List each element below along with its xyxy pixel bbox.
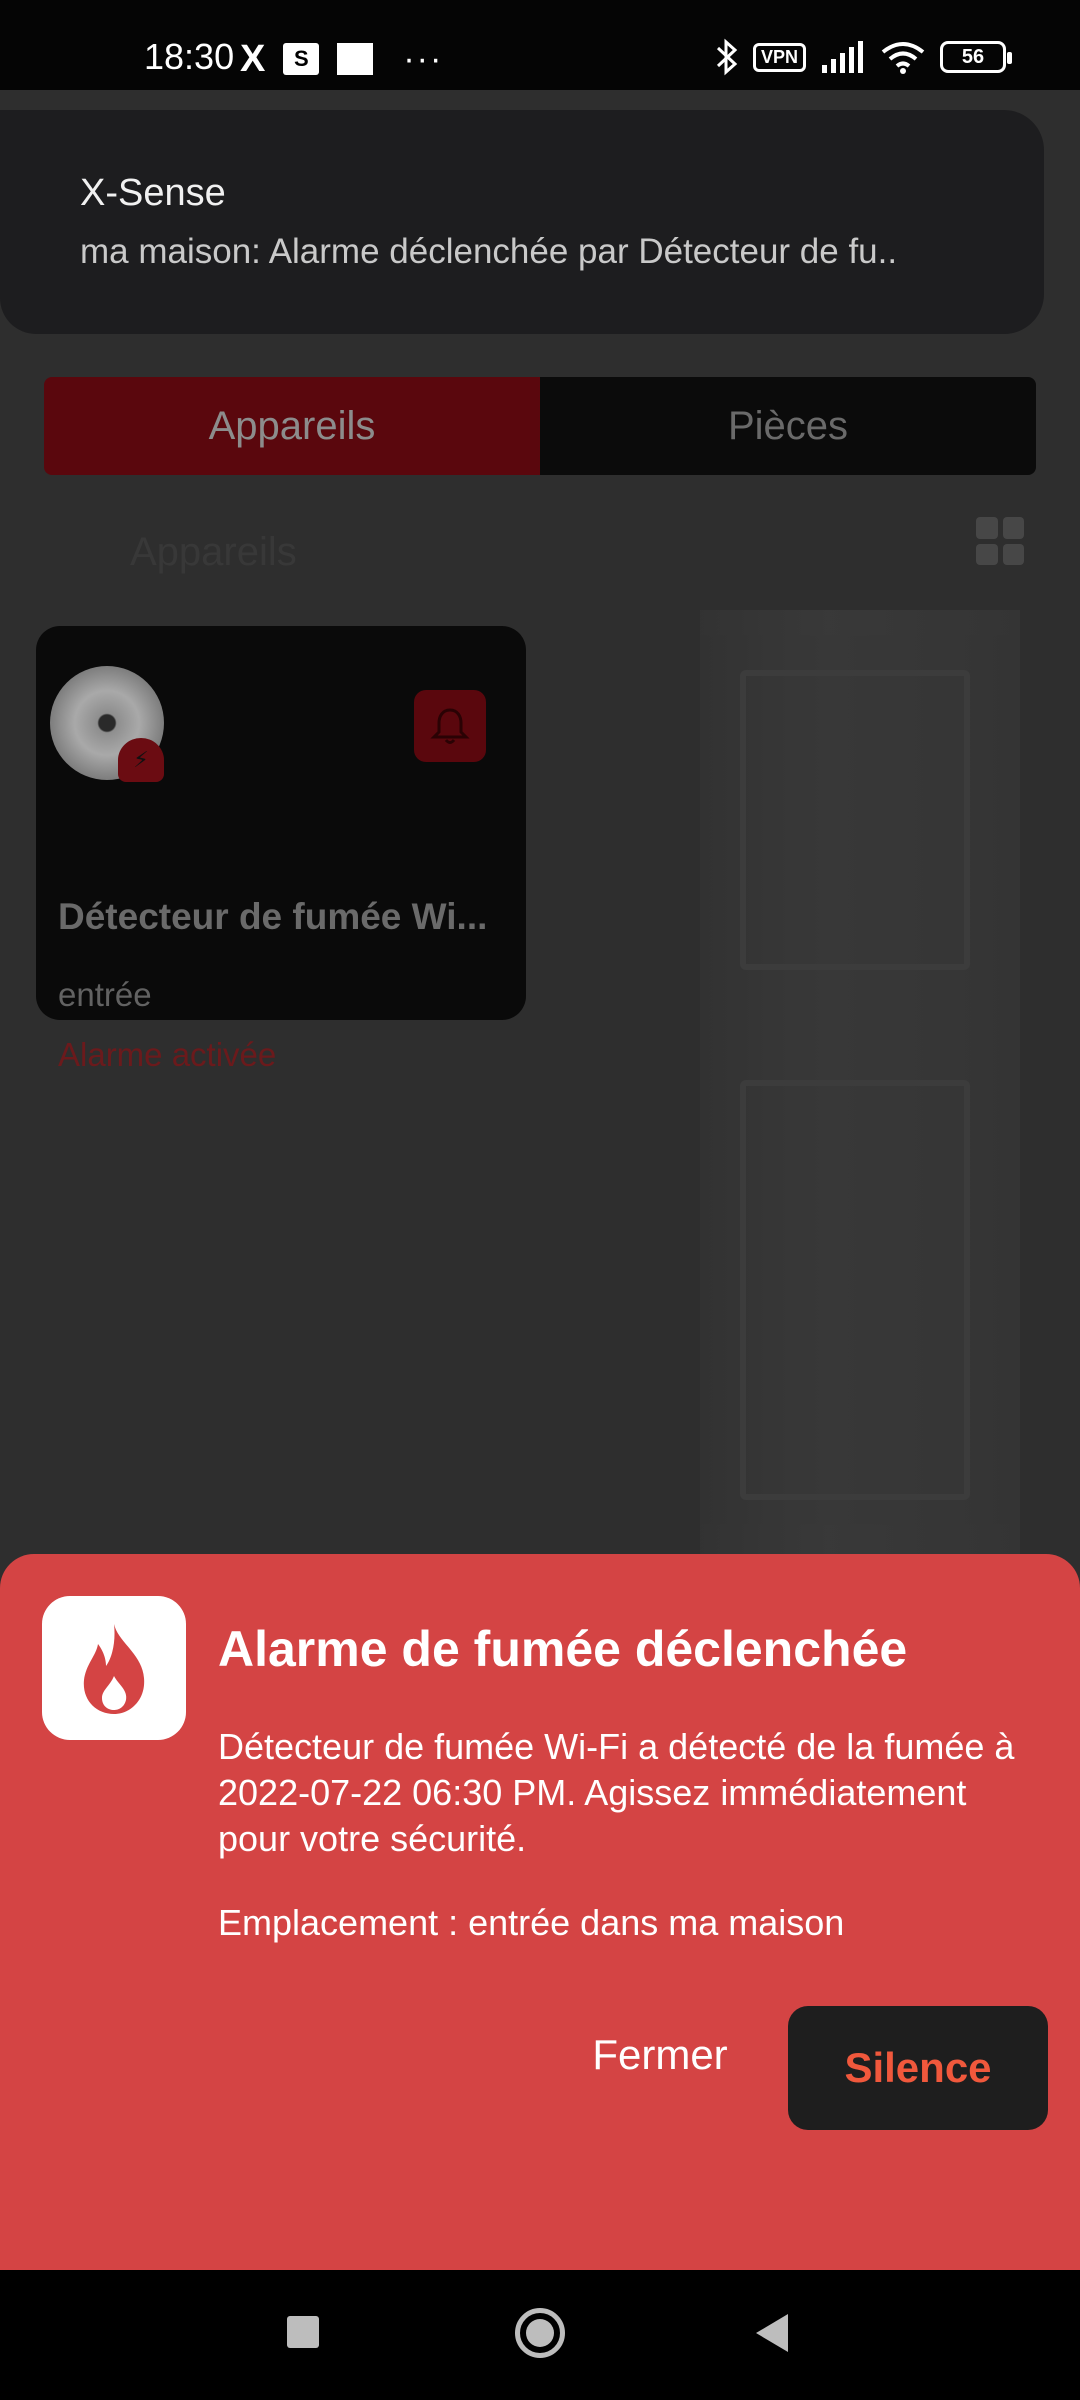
square-app-icon bbox=[337, 43, 374, 75]
alarm-siren-icon: ⚡ bbox=[118, 738, 164, 782]
notification-icons: X S ··· bbox=[240, 40, 443, 78]
alarm-sheet: Alarme de fumée déclenchée Détecteur de … bbox=[0, 1554, 1080, 2270]
notification-app-name: X-Sense bbox=[80, 172, 226, 214]
heads-up-notification[interactable]: X-Sense ma maison: Alarme déclenchée par… bbox=[0, 110, 1044, 334]
home-icon[interactable] bbox=[515, 2308, 565, 2358]
more-notifications-icon: ··· bbox=[403, 40, 444, 78]
view-switcher: Appareils Pièces bbox=[44, 377, 1036, 475]
bluetooth-icon bbox=[716, 38, 738, 76]
clock: 18:30 bbox=[144, 36, 235, 77]
navigation-bar bbox=[0, 2270, 1080, 2400]
signal-icon bbox=[822, 41, 863, 73]
device-room: entrée bbox=[58, 976, 152, 1013]
wifi-icon bbox=[881, 42, 925, 74]
grid-view-icon[interactable] bbox=[976, 517, 1024, 565]
bell-icon[interactable] bbox=[414, 690, 486, 762]
device-name: Détecteur de fumée Wi... bbox=[58, 896, 488, 937]
section-title: Appareils bbox=[130, 530, 297, 574]
back-icon[interactable] bbox=[756, 2314, 788, 2352]
battery-icon: 56 bbox=[940, 41, 1012, 73]
alarm-location: Emplacement : entrée dans ma maison bbox=[218, 1902, 845, 1943]
tab-rooms[interactable]: Pièces bbox=[540, 377, 1036, 475]
status-bar: 18:30 X S ··· VPN 56 bbox=[0, 0, 1080, 90]
device-status: Alarme activée bbox=[58, 1036, 277, 1073]
close-button[interactable]: Fermer bbox=[560, 2006, 760, 2104]
alarm-message: Détecteur de fumée Wi-Fi a détecté de la… bbox=[218, 1726, 1015, 1859]
silence-button[interactable]: Silence bbox=[788, 2006, 1048, 2130]
tab-devices[interactable]: Appareils bbox=[44, 377, 540, 475]
x-app-icon: X bbox=[240, 38, 266, 80]
system-icons: VPN 56 bbox=[715, 38, 1012, 76]
notification-body: ma maison: Alarme déclenchée par Détecte… bbox=[80, 232, 898, 271]
recent-apps-icon[interactable] bbox=[287, 2316, 319, 2348]
alarm-title: Alarme de fumée déclenchée bbox=[218, 1621, 908, 1677]
door-illustration bbox=[700, 610, 1020, 1590]
device-card[interactable]: ⚡ Détecteur de fumée Wi... entrée Alarme… bbox=[36, 626, 526, 1073]
fire-icon bbox=[42, 1596, 186, 1740]
s-app-icon: S bbox=[283, 43, 320, 75]
vpn-icon: VPN bbox=[752, 42, 806, 72]
